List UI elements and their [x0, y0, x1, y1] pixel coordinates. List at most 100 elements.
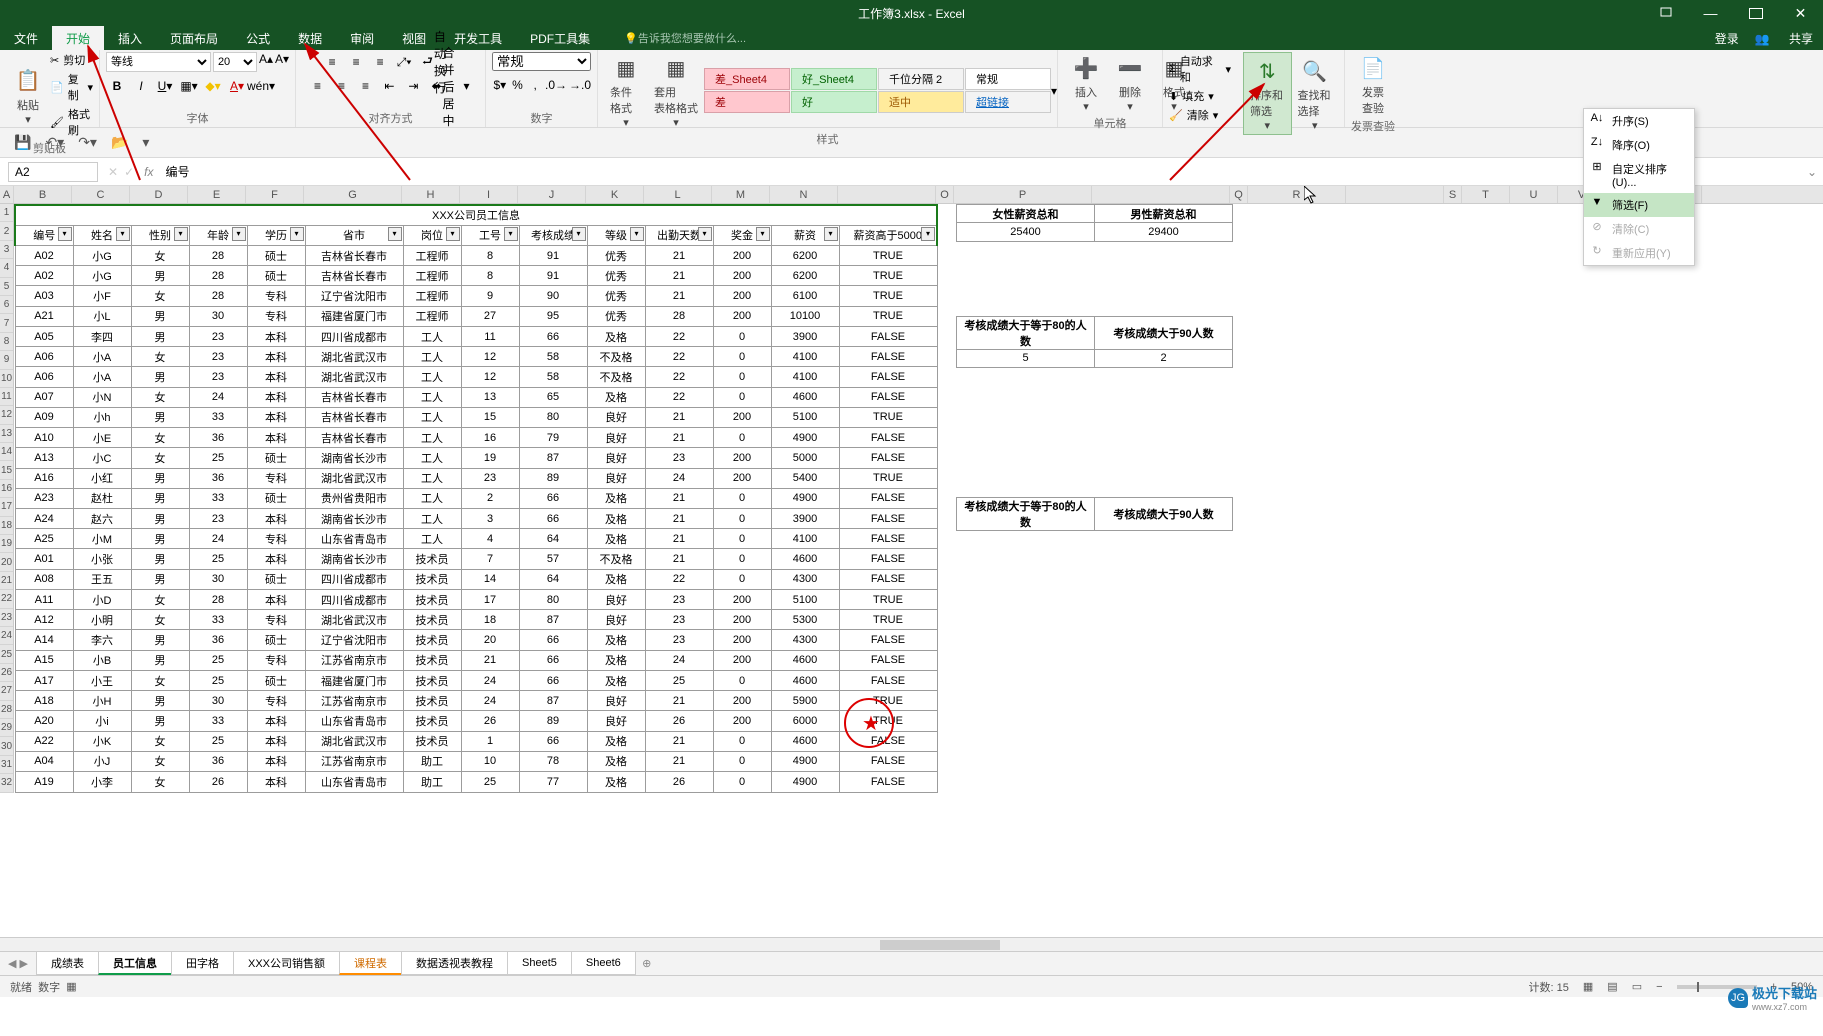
cell[interactable]: 5100 [771, 407, 839, 427]
style-good-sheet4[interactable]: 好_Sheet4 [791, 68, 877, 90]
tab-pdf[interactable]: PDF工具集 [516, 26, 604, 50]
cell[interactable]: 小G [73, 266, 131, 286]
cell[interactable]: 工人 [403, 387, 461, 407]
cell[interactable]: 小L [73, 306, 131, 326]
style-neutral[interactable]: 适中 [878, 91, 964, 113]
cell[interactable]: A18 [15, 691, 73, 711]
cell[interactable]: 专科 [247, 529, 305, 549]
cell[interactable]: A01 [15, 549, 73, 569]
cell[interactable]: A24 [15, 509, 73, 529]
cell[interactable]: 23 [645, 630, 713, 650]
cell[interactable]: A19 [15, 772, 73, 792]
cell[interactable]: 57 [519, 549, 587, 569]
cell[interactable]: 良好 [587, 610, 645, 630]
indent-dec-icon[interactable]: ⇤ [378, 76, 400, 96]
cell[interactable]: 小G [73, 245, 131, 265]
cell[interactable]: 小i [73, 711, 131, 731]
cell[interactable]: 3 [461, 509, 519, 529]
cell[interactable]: 本科 [247, 589, 305, 609]
cell[interactable]: 200 [713, 630, 771, 650]
cell[interactable]: 小h [73, 407, 131, 427]
share-button[interactable]: 👥 共享 [1755, 30, 1813, 47]
cell[interactable]: 5400 [771, 468, 839, 488]
cell[interactable]: 21 [645, 751, 713, 771]
cell[interactable]: 21 [645, 691, 713, 711]
cell[interactable]: 女 [131, 772, 189, 792]
cell[interactable]: 男 [131, 630, 189, 650]
cell[interactable]: 6200 [771, 245, 839, 265]
font-color-button[interactable]: A▾ [226, 76, 248, 96]
table-format-button[interactable]: ▦套用 表格格式 ▾ [648, 52, 704, 129]
cell[interactable]: 及格 [587, 650, 645, 670]
cell[interactable]: 硕士 [247, 569, 305, 589]
cell[interactable]: 小红 [73, 468, 131, 488]
cell[interactable]: 小A [73, 367, 131, 387]
cell[interactable]: 王五 [73, 569, 131, 589]
filter-icon[interactable]: ▾ [921, 227, 935, 241]
cell[interactable]: 200 [713, 306, 771, 326]
cell[interactable]: 男 [131, 468, 189, 488]
cell[interactable]: 男 [131, 509, 189, 529]
cell[interactable]: 福建省厦门市 [305, 670, 403, 690]
phonetic-button[interactable]: wén▾ [250, 76, 272, 96]
cell[interactable]: 21 [645, 488, 713, 508]
cell[interactable]: 技术员 [403, 610, 461, 630]
cell[interactable]: 技术员 [403, 731, 461, 751]
cell[interactable]: A08 [15, 569, 73, 589]
cell[interactable]: FALSE [839, 387, 937, 407]
decrease-font-icon[interactable]: A▾ [275, 52, 289, 72]
cell[interactable]: 小F [73, 286, 131, 306]
bold-button[interactable]: B [106, 76, 128, 96]
cell[interactable]: 工人 [403, 347, 461, 367]
cell[interactable]: 80 [519, 589, 587, 609]
cell[interactable]: FALSE [839, 569, 937, 589]
cell[interactable]: 不及格 [587, 367, 645, 387]
cell[interactable]: 本科 [247, 428, 305, 448]
cell[interactable]: 66 [519, 670, 587, 690]
cell[interactable]: 24 [461, 691, 519, 711]
cell[interactable]: 男 [131, 326, 189, 346]
cell[interactable]: 及格 [587, 326, 645, 346]
align-center-icon[interactable]: ≡ [330, 76, 352, 96]
cell[interactable]: 工程师 [403, 286, 461, 306]
indent-inc-icon[interactable]: ⇥ [402, 76, 424, 96]
filter-icon[interactable]: ▾ [446, 227, 460, 241]
cell[interactable]: 本科 [247, 731, 305, 751]
cell[interactable]: 良好 [587, 407, 645, 427]
cell[interactable]: 女 [131, 245, 189, 265]
cell[interactable]: 4 [461, 529, 519, 549]
cell[interactable]: 25 [645, 670, 713, 690]
cell[interactable]: 200 [713, 610, 771, 630]
col-header[interactable]: 薪资高于5000▾ [839, 225, 937, 245]
merge-center-button[interactable]: ⬌ 合并后居中 ▾ [426, 76, 474, 96]
cell[interactable]: 22 [645, 326, 713, 346]
cell[interactable]: FALSE [839, 650, 937, 670]
filter-icon[interactable]: ▾ [116, 227, 130, 241]
cell[interactable]: 本科 [247, 509, 305, 529]
sheet-tab[interactable]: Sheet6 [571, 952, 636, 975]
cell[interactable]: 4100 [771, 347, 839, 367]
cell[interactable]: 山东省青岛市 [305, 529, 403, 549]
cell[interactable]: 4600 [771, 670, 839, 690]
filter-icon[interactable]: ▾ [756, 227, 770, 241]
copy-button[interactable]: 📄 复制 ▾ [50, 71, 93, 103]
cell[interactable]: A22 [15, 731, 73, 751]
currency-icon[interactable]: $▾ [492, 75, 508, 95]
cell[interactable]: 30 [189, 691, 247, 711]
cell[interactable]: 及格 [587, 731, 645, 751]
cell[interactable]: 四川省成都市 [305, 569, 403, 589]
cell[interactable]: A02 [15, 266, 73, 286]
cell[interactable]: 工人 [403, 326, 461, 346]
cell[interactable]: 吉林省长春市 [305, 428, 403, 448]
cell[interactable]: 5000 [771, 448, 839, 468]
cell[interactable]: 技术员 [403, 630, 461, 650]
cell[interactable]: 89 [519, 711, 587, 731]
col-header[interactable]: 工号▾ [461, 225, 519, 245]
cell[interactable]: 专科 [247, 286, 305, 306]
expand-formula-icon[interactable]: ⌄ [1801, 165, 1823, 179]
cell[interactable]: 湖北省武汉市 [305, 468, 403, 488]
cell[interactable]: 技术员 [403, 569, 461, 589]
cell[interactable]: FALSE [839, 549, 937, 569]
col-header[interactable]: 出勤天数▾ [645, 225, 713, 245]
cell[interactable]: 30 [189, 306, 247, 326]
